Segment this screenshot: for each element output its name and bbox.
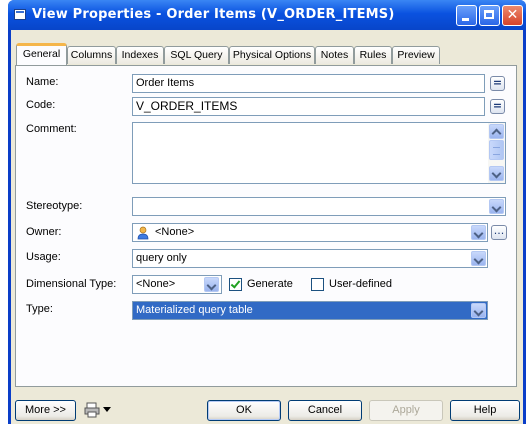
tab-rules[interactable]: Rules <box>354 46 392 64</box>
minimize-button[interactable] <box>456 5 477 26</box>
tab-notes[interactable]: Notes <box>315 46 354 64</box>
dialog-client: General Columns Indexes SQL Query Physic… <box>11 30 523 424</box>
stereotype-dropdown-icon[interactable] <box>489 199 504 214</box>
minimize-icon <box>462 18 469 21</box>
apply-button[interactable]: Apply <box>369 400 443 421</box>
window-icon <box>14 9 26 20</box>
name-equal-button[interactable]: = <box>490 76 505 91</box>
cancel-button[interactable]: Cancel <box>288 400 362 421</box>
tab-sql-query[interactable]: SQL Query <box>164 46 229 64</box>
close-icon: ✕ <box>506 7 519 23</box>
type-combo[interactable]: Materialized query table <box>132 301 488 320</box>
generate-label: Generate <box>247 278 293 290</box>
owner-browse-button[interactable]: ... <box>491 225 507 240</box>
usage-label: Usage: <box>26 251 61 263</box>
general-tab-panel: Name: Order Items = Code: V_ORDER_ITEMS … <box>15 65 517 387</box>
user-icon <box>137 226 149 240</box>
maximize-icon <box>484 10 494 19</box>
owner-label: Owner: <box>26 226 62 238</box>
scroll-up-icon[interactable] <box>489 124 504 139</box>
tab-preview[interactable]: Preview <box>392 46 440 64</box>
owner-dropdown-icon[interactable] <box>471 225 486 240</box>
comment-label: Comment: <box>26 123 77 135</box>
type-dropdown-icon[interactable] <box>471 303 486 318</box>
code-equal-button[interactable]: = <box>490 99 505 114</box>
tab-physical-options[interactable]: Physical Options <box>229 46 315 64</box>
dialog-window: View Properties - Order Items (V_ORDER_I… <box>8 0 526 424</box>
owner-value: <None> <box>155 226 195 238</box>
owner-combo[interactable]: <None> <box>132 223 488 242</box>
title-bar[interactable]: View Properties - Order Items (V_ORDER_I… <box>8 0 526 30</box>
usage-dropdown-icon[interactable] <box>471 251 486 266</box>
usage-combo[interactable]: query only <box>132 249 488 268</box>
type-label: Type: <box>26 303 53 315</box>
chevron-down-icon[interactable] <box>103 407 111 413</box>
generate-checkbox[interactable] <box>229 278 242 291</box>
maximize-button[interactable] <box>479 5 500 26</box>
tab-columns[interactable]: Columns <box>67 46 116 64</box>
ok-button[interactable]: OK <box>207 400 281 421</box>
help-button[interactable]: Help <box>450 400 520 421</box>
code-label: Code: <box>26 99 56 111</box>
stereotype-label: Stereotype: <box>26 200 83 212</box>
user-defined-checkbox[interactable] <box>311 278 324 291</box>
name-input[interactable]: Order Items <box>132 74 485 93</box>
dimensional-type-dropdown-icon[interactable] <box>204 277 219 292</box>
more-button[interactable]: More >> <box>15 400 76 421</box>
user-defined-label: User-defined <box>329 278 392 290</box>
printer-icon[interactable] <box>84 402 100 418</box>
stereotype-combo[interactable] <box>132 197 506 216</box>
tab-indexes[interactable]: Indexes <box>116 46 164 64</box>
comment-textarea[interactable] <box>132 122 506 184</box>
comment-scrollbar[interactable] <box>488 123 505 183</box>
window-title: View Properties - Order Items (V_ORDER_I… <box>32 7 395 22</box>
tab-general[interactable]: General <box>16 43 67 65</box>
scroll-thumb[interactable] <box>489 140 504 160</box>
dimensional-type-label: Dimensional Type: <box>26 278 117 290</box>
name-label: Name: <box>26 76 59 88</box>
scroll-down-icon[interactable] <box>489 166 504 181</box>
close-button[interactable]: ✕ <box>502 5 523 26</box>
code-input[interactable]: V_ORDER_ITEMS <box>132 97 485 116</box>
